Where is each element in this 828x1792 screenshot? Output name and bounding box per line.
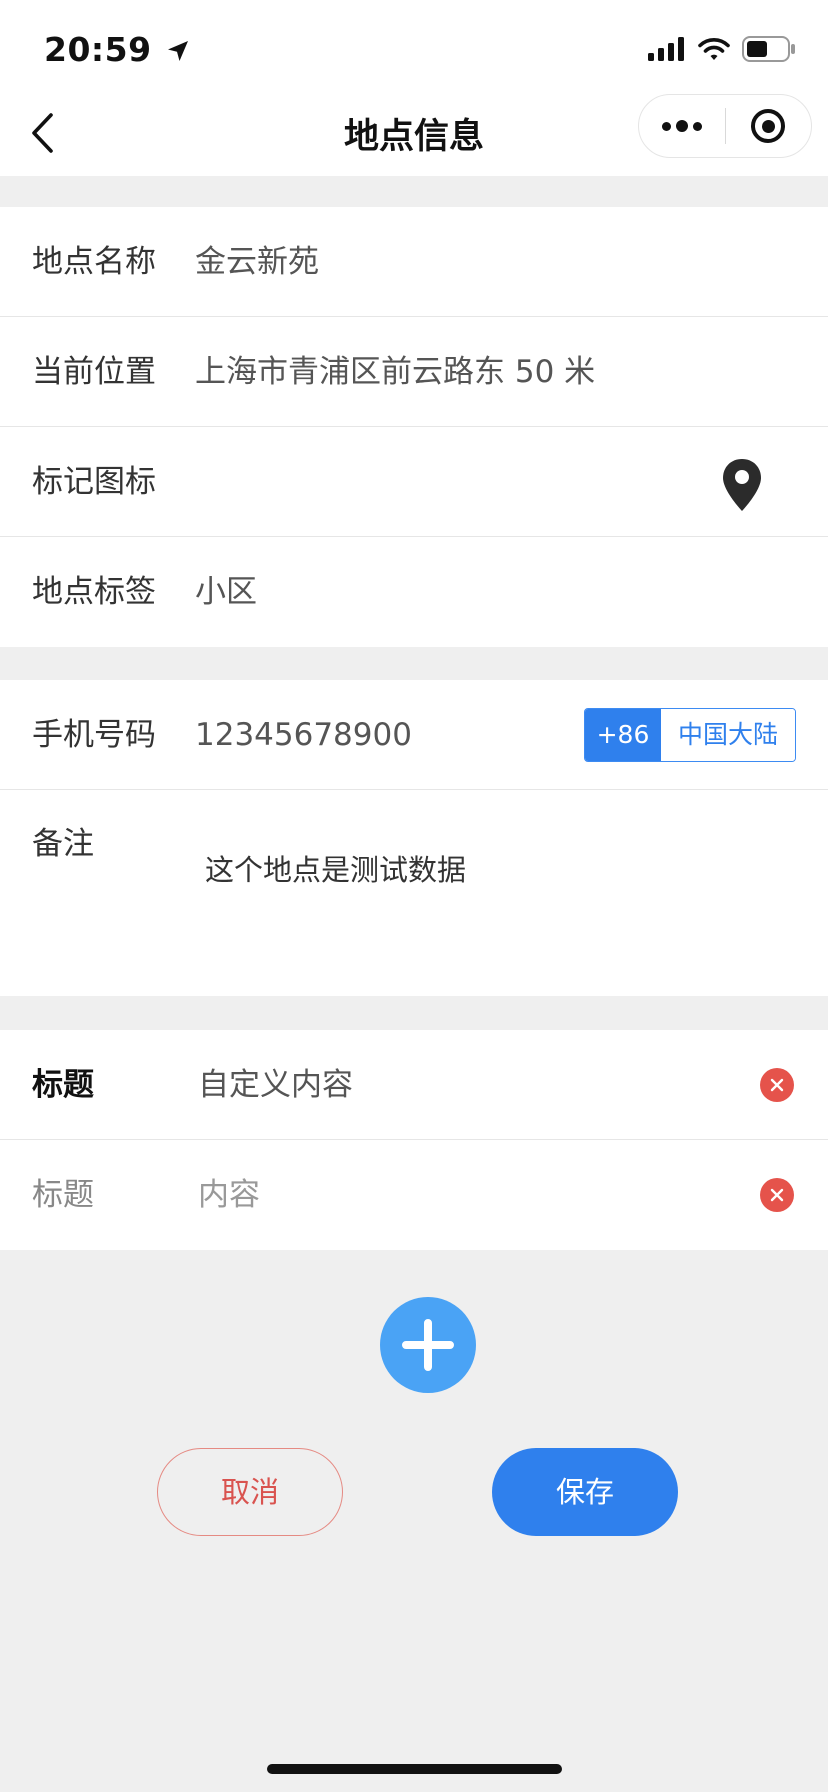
location-name-input[interactable]: 金云新苑 (195, 207, 319, 317)
save-button[interactable]: 保存 (492, 1448, 678, 1536)
home-indicator (267, 1764, 562, 1774)
note-label: 备注 (32, 826, 94, 862)
custom-field-label[interactable]: 标题 (32, 1030, 94, 1140)
phone-label: 手机号码 (32, 717, 156, 753)
signal-icon (648, 37, 684, 61)
status-time-text: 20:59 (44, 30, 152, 69)
country-code[interactable]: +86 (585, 709, 661, 761)
status-time: 20:59 (44, 30, 190, 69)
status-icons (648, 34, 796, 64)
row-location-tag[interactable]: 地点标签 小区 (0, 537, 828, 647)
close-target-icon[interactable] (726, 95, 812, 157)
contact-group: 手机号码 12345678900 +86 中国大陆 备注 这个地点是测试数据 (0, 680, 828, 996)
delete-field-button[interactable] (760, 1178, 794, 1212)
delete-field-button[interactable] (760, 1068, 794, 1102)
screen: 20:59 地点信息 地点名称 金云新苑 当前位置 上海市青浦区前云路东 50 … (0, 0, 828, 1792)
row-location-name[interactable]: 地点名称 金云新苑 (0, 207, 828, 317)
wifi-icon (698, 38, 730, 60)
current-position-label: 当前位置 (32, 354, 156, 390)
location-name-label: 地点名称 (32, 244, 156, 280)
custom-field-row[interactable]: 标题 内容 (0, 1140, 828, 1250)
marker-icon-label: 标记图标 (32, 464, 156, 500)
more-icon[interactable] (639, 95, 725, 157)
close-icon (770, 1188, 784, 1202)
row-phone[interactable]: 手机号码 12345678900 +86 中国大陆 (0, 680, 828, 790)
location-group: 地点名称 金云新苑 当前位置 上海市青浦区前云路东 50 米 标记图标 地点标签… (0, 207, 828, 647)
location-tag-label: 地点标签 (32, 574, 156, 610)
custom-field-row[interactable]: 标题 自定义内容 (0, 1030, 828, 1140)
plus-icon (402, 1319, 454, 1371)
location-arrow-icon (167, 41, 188, 61)
status-bar: 20:59 (0, 0, 828, 94)
note-textarea[interactable]: 这个地点是测试数据 (205, 850, 785, 890)
row-marker-icon[interactable]: 标记图标 (0, 427, 828, 537)
custom-field-label[interactable]: 标题 (32, 1140, 94, 1250)
custom-field-value[interactable]: 自定义内容 (198, 1030, 353, 1140)
country-code-selector[interactable]: +86 中国大陆 (584, 708, 796, 762)
row-current-position[interactable]: 当前位置 上海市青浦区前云路东 50 米 (0, 317, 828, 427)
nav-bar: 地点信息 (0, 94, 828, 176)
country-region[interactable]: 中国大陆 (661, 709, 795, 761)
cancel-button[interactable]: 取消 (157, 1448, 343, 1536)
custom-field-value[interactable]: 内容 (198, 1140, 260, 1250)
add-field-button[interactable] (380, 1297, 476, 1393)
battery-icon (742, 36, 795, 62)
mini-program-capsule (638, 94, 812, 158)
row-note[interactable]: 备注 这个地点是测试数据 (0, 790, 828, 996)
custom-fields-group: 标题 自定义内容 标题 内容 (0, 1030, 828, 1250)
close-icon (770, 1078, 784, 1092)
current-position-value[interactable]: 上海市青浦区前云路东 50 米 (195, 317, 595, 427)
location-tag-input[interactable]: 小区 (195, 537, 257, 647)
phone-input[interactable]: 12345678900 (195, 680, 412, 790)
map-pin-icon[interactable] (720, 457, 764, 513)
